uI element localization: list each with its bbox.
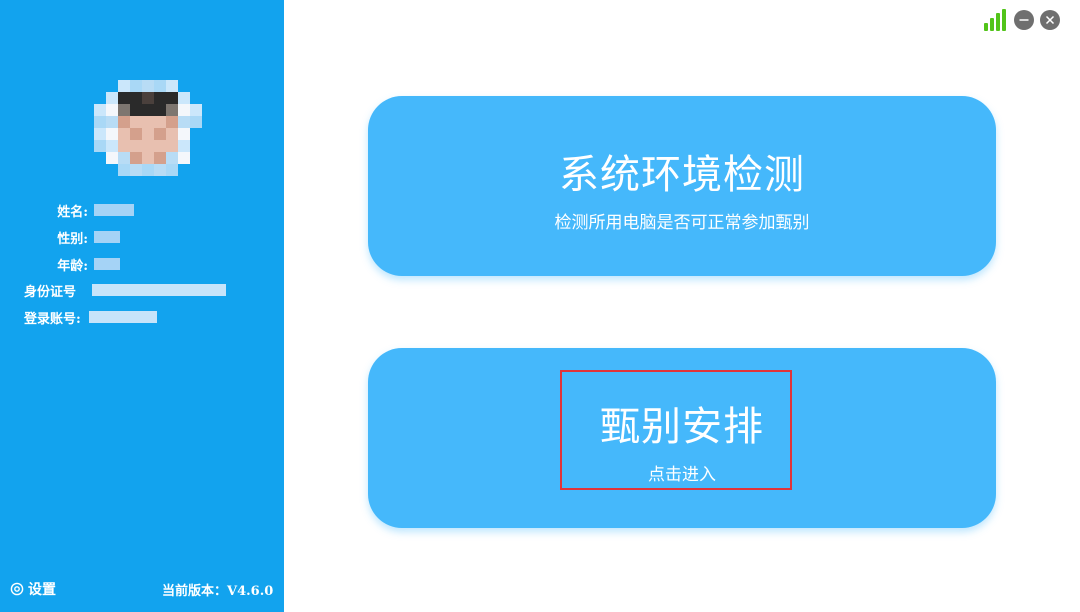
info-row-id-number: 身份证号 (24, 280, 227, 300)
age-label: 年龄: (57, 258, 88, 274)
id-number-label: 身份证号 (24, 284, 77, 300)
avatar (94, 80, 202, 176)
sidebar: 姓名: 性别: 年龄: 身份证号 登录账号: 设置 当前版本：V4.6.0 (0, 0, 284, 612)
window-controls (984, 8, 1060, 32)
gear-icon (10, 582, 24, 596)
environment-check-subtitle: 检测所用电脑是否可正常参加甄别 (554, 213, 810, 233)
settings-label: 设置 (28, 582, 56, 598)
screening-schedule-title: 甄别安排 (600, 404, 764, 450)
settings-button[interactable]: 设置 (10, 578, 56, 600)
minimize-icon (1019, 19, 1029, 21)
screening-schedule-subtitle: 点击进入 (648, 465, 716, 485)
age-value-masked (94, 258, 120, 270)
environment-check-card[interactable]: 系统环境检测 检测所用电脑是否可正常参加甄别 (368, 96, 996, 276)
id-number-value-masked (92, 284, 227, 296)
name-value-masked (94, 204, 134, 216)
info-row-gender: 性别: (0, 227, 120, 247)
minimize-button[interactable] (1014, 10, 1034, 30)
info-row-account: 登录账号: (24, 307, 157, 327)
account-label: 登录账号: (24, 311, 81, 327)
gender-value-masked (94, 231, 120, 243)
signal-icon (984, 9, 1006, 31)
close-icon (1045, 15, 1055, 25)
environment-check-title: 系统环境检测 (559, 152, 805, 198)
version-label: 当前版本：V4.6.0 (162, 583, 274, 599)
close-button[interactable] (1040, 10, 1060, 30)
account-value-masked (88, 311, 157, 323)
info-row-age: 年龄: (0, 254, 120, 274)
name-label: 姓名: (57, 204, 88, 220)
info-row-name: 姓名: (0, 200, 134, 220)
gender-label: 性别: (57, 231, 88, 247)
screening-schedule-card[interactable]: 甄别安排 点击进入 (368, 348, 996, 528)
